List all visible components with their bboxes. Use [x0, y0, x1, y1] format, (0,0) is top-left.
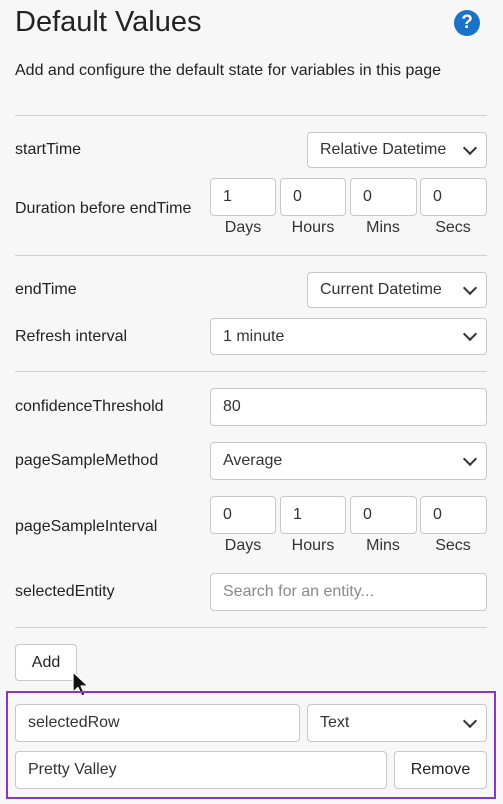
unit-days: Days [224, 219, 262, 236]
starttime-type-value: Relative Datetime [320, 141, 447, 158]
divider [15, 371, 487, 372]
duration-secs-input[interactable]: 0 [420, 178, 487, 216]
duration-days-input[interactable]: 1 [210, 178, 276, 216]
new-variable-name-input[interactable]: selectedRow [15, 704, 300, 742]
new-variable-type-value: Text [320, 714, 350, 731]
chevron-down-icon [462, 713, 478, 728]
refresh-interval-label: Refresh interval [15, 328, 128, 345]
chevron-down-icon [462, 140, 478, 155]
sample-method-label: pageSampleMethod [15, 452, 159, 469]
page-title: Default Values [15, 6, 202, 38]
interval-mins-input[interactable]: 0 [350, 496, 417, 534]
refresh-interval-value: 1 minute [223, 327, 285, 345]
sample-method-value: Average [223, 452, 283, 469]
page-description: Add and configure the default state for … [15, 62, 442, 79]
duration-hours-input[interactable]: 0 [280, 178, 346, 216]
selected-entity-label: selectedEntity [15, 583, 115, 600]
chevron-down-icon [462, 280, 478, 295]
starttime-type-select[interactable]: Relative Datetime [307, 132, 487, 168]
entity-search-input[interactable]: Search for an entity... [210, 573, 487, 611]
unit-secs: Secs [435, 537, 471, 554]
unit-mins: Mins [366, 219, 400, 236]
confidence-threshold-label: confidenceThreshold [15, 398, 164, 415]
sample-method-select[interactable]: Average [210, 442, 487, 480]
divider [15, 255, 487, 256]
endtime-label: endTime [15, 281, 77, 298]
duration-label: Duration before endTime [15, 200, 192, 217]
chevron-down-icon [462, 451, 478, 466]
remove-button[interactable]: Remove [394, 751, 487, 789]
interval-secs-input[interactable]: 0 [420, 496, 487, 534]
divider [15, 627, 487, 628]
help-icon[interactable]: ? [454, 10, 480, 36]
duration-mins-input[interactable]: 0 [350, 178, 417, 216]
sample-interval-label: pageSampleInterval [15, 518, 158, 535]
add-button[interactable]: Add [15, 644, 77, 681]
new-variable-type-select[interactable]: Text [307, 704, 487, 742]
refresh-interval-select[interactable]: 1 minute [210, 318, 487, 355]
interval-days-input[interactable]: 0 [210, 496, 276, 534]
unit-mins: Mins [366, 537, 400, 554]
endtime-type-value: Current Datetime [320, 281, 442, 298]
divider [15, 115, 487, 116]
interval-hours-input[interactable]: 1 [280, 496, 346, 534]
new-variable-value-input[interactable]: Pretty Valley [15, 751, 387, 789]
unit-hours: Hours [291, 219, 335, 236]
endtime-type-select[interactable]: Current Datetime [307, 272, 487, 308]
unit-hours: Hours [291, 537, 335, 554]
starttime-label: startTime [15, 141, 82, 158]
confidence-threshold-input[interactable]: 80 [210, 388, 487, 426]
unit-secs: Secs [435, 219, 471, 236]
unit-days: Days [224, 537, 262, 554]
chevron-down-icon [462, 326, 478, 342]
